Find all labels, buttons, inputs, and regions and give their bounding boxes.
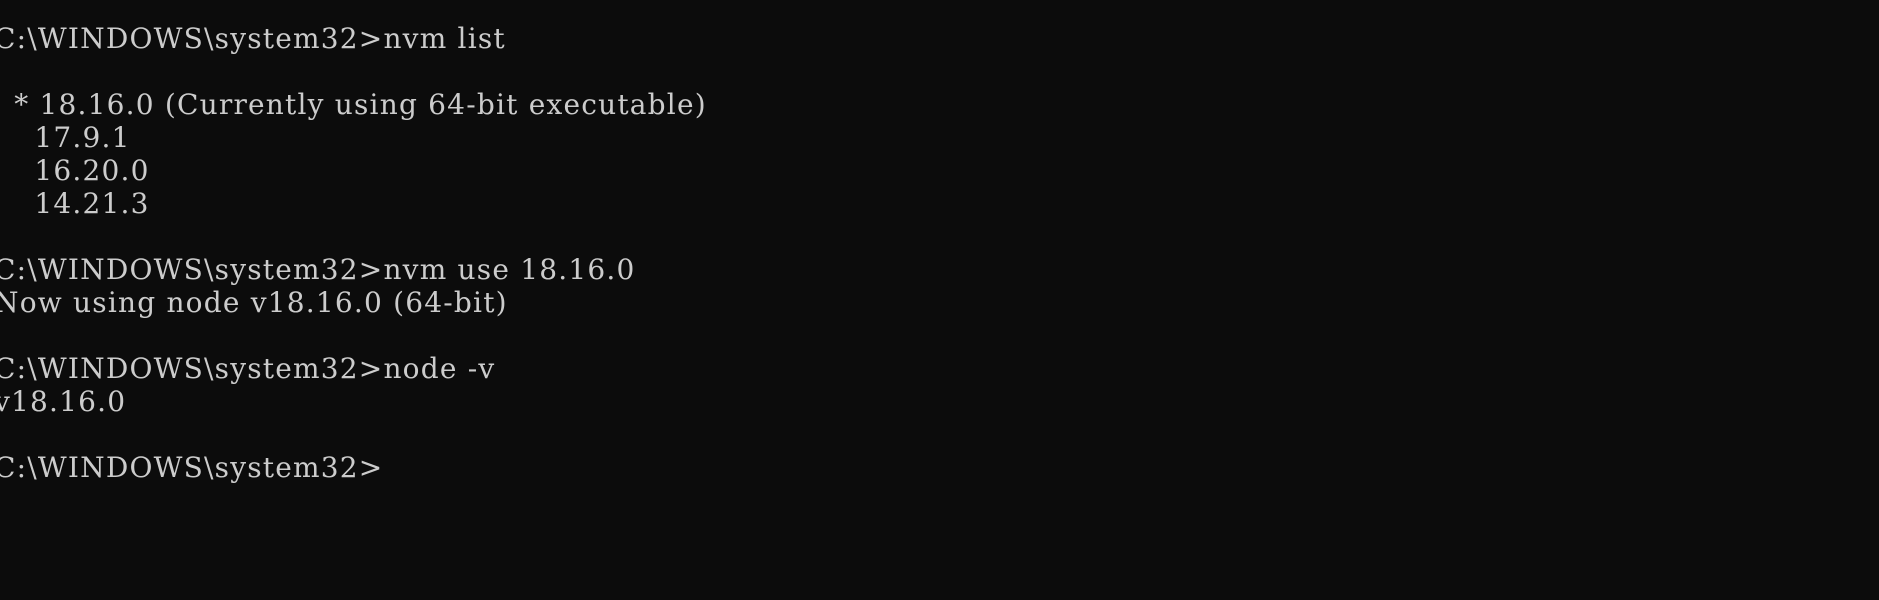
- output-line-node-version: v18.16.0: [0, 385, 127, 418]
- output-line-now-using: Now using node v18.16.0 (64-bit): [0, 286, 508, 319]
- command-line-node-version: C:\WINDOWS\system32>node -v: [0, 352, 496, 385]
- prompt-line[interactable]: C:\WINDOWS\system32>: [0, 451, 383, 484]
- version-item: 17.9.1: [0, 121, 131, 154]
- version-item-current: * 18.16.0 (Currently using 64-bit execut…: [0, 88, 707, 121]
- command-line-nvm-list: C:\WINDOWS\system32>nvm list: [0, 22, 506, 55]
- version-item: 14.21.3: [0, 187, 150, 220]
- command-line-nvm-use: C:\WINDOWS\system32>nvm use 18.16.0: [0, 253, 636, 286]
- terminal-window[interactable]: C:\WINDOWS\system32>nvm list * 18.16.0 (…: [0, 0, 1879, 600]
- version-item: 16.20.0: [0, 154, 150, 187]
